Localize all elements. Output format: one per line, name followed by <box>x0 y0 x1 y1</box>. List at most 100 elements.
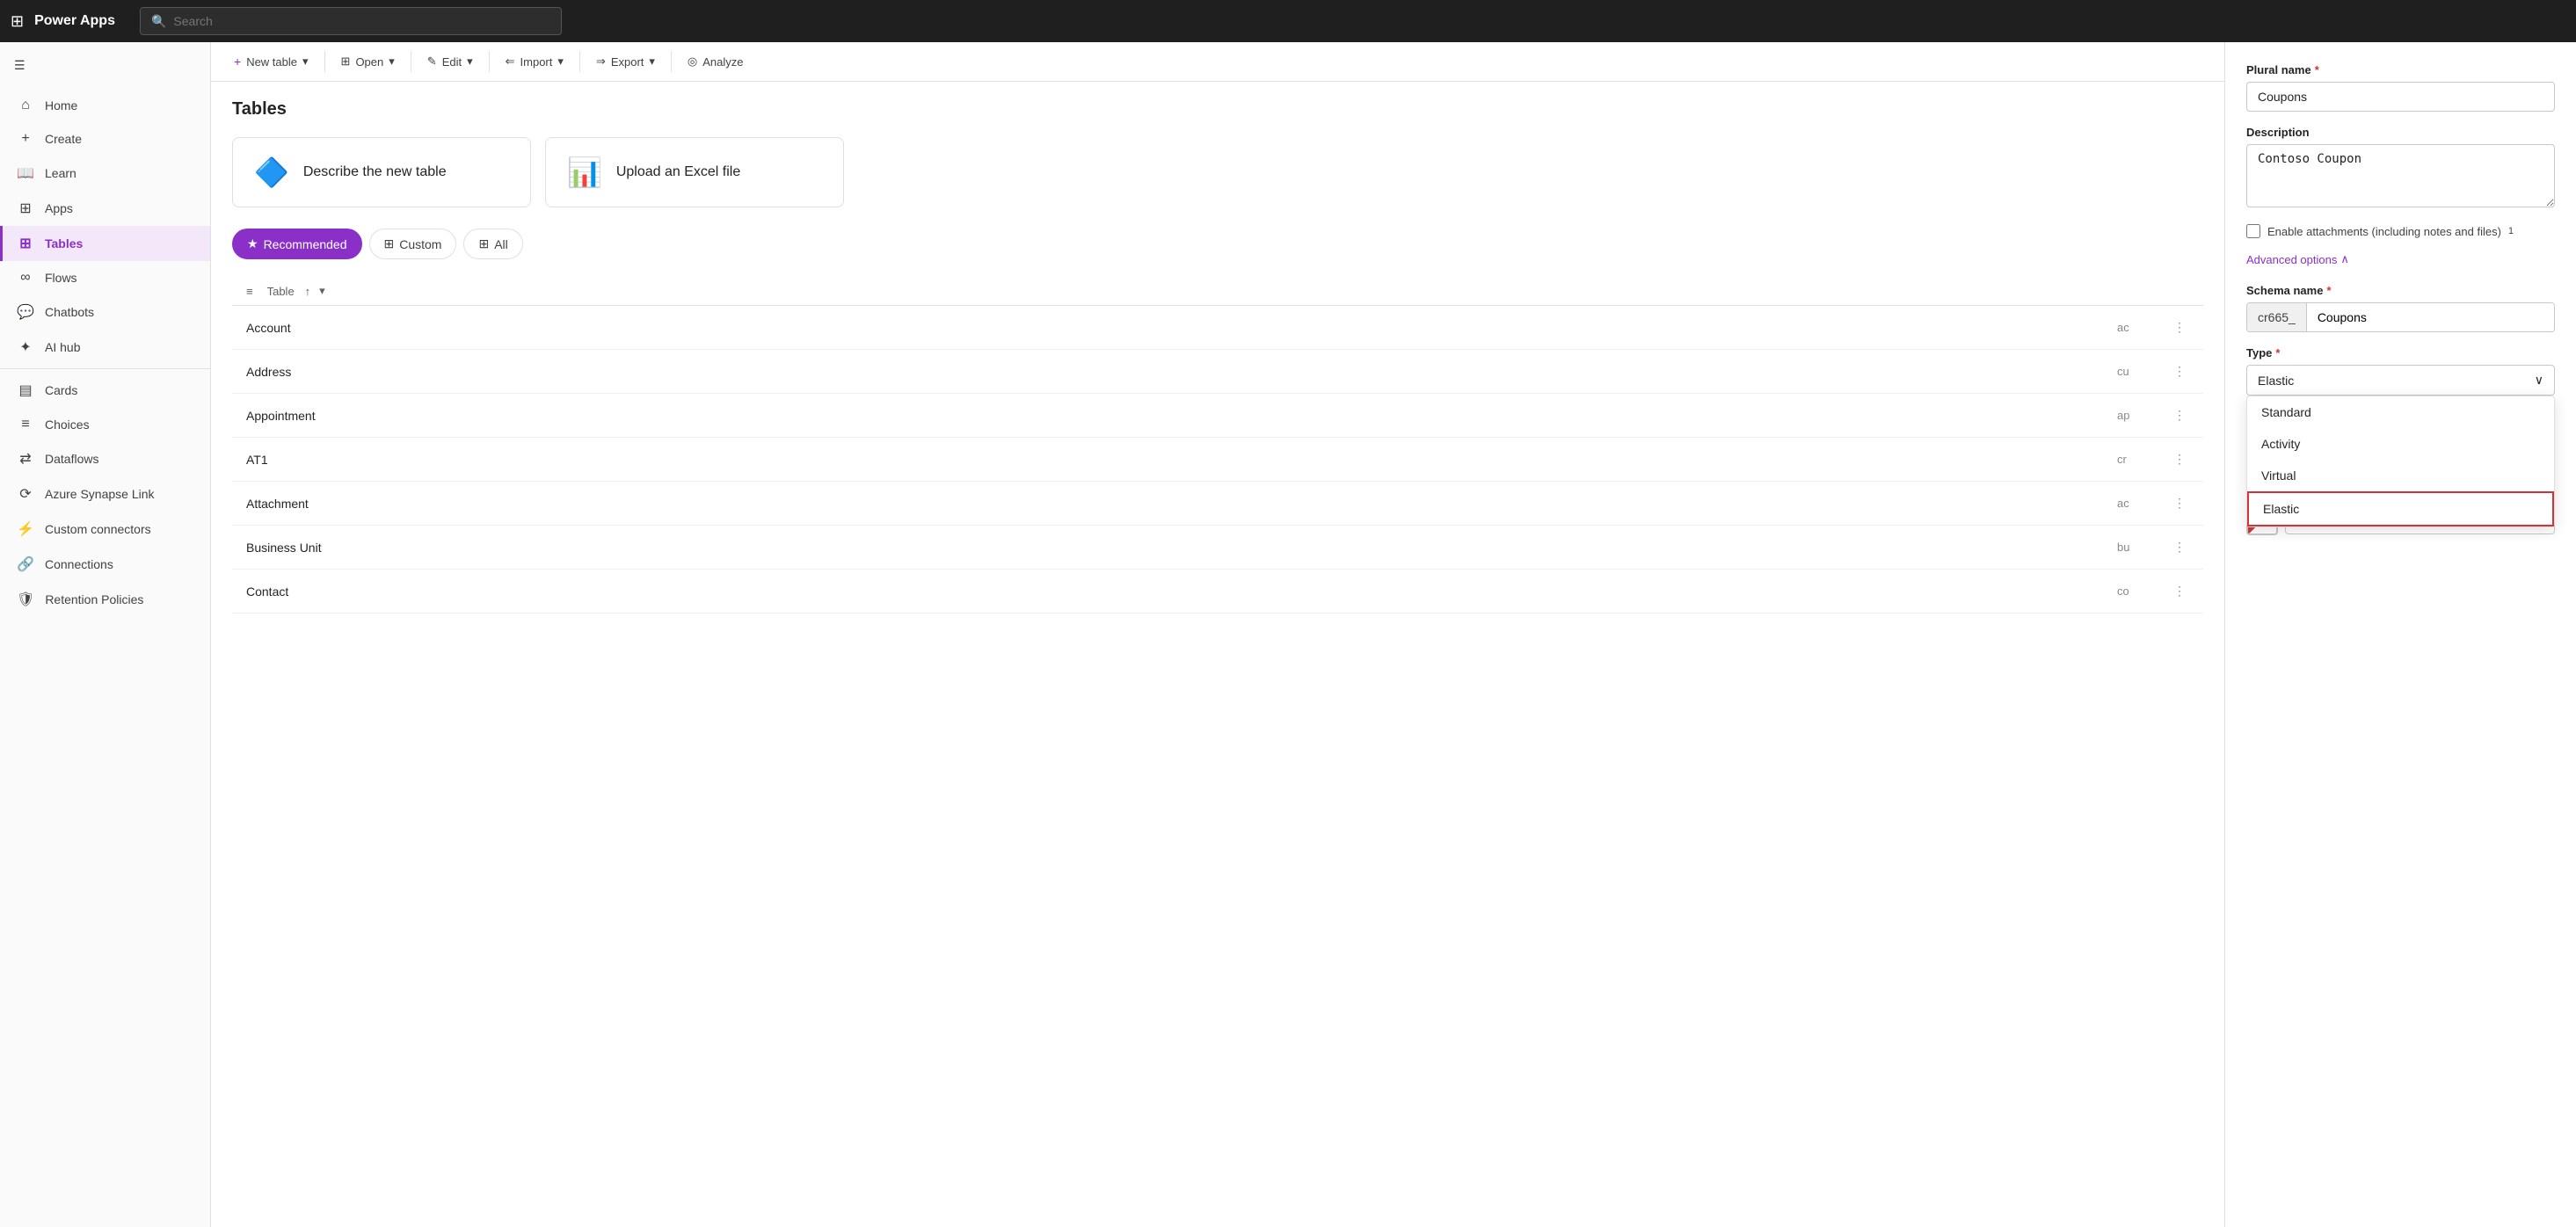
table-row[interactable]: Appointment ap ⋮ <box>232 394 2203 438</box>
type-option-virtual[interactable]: Virtual <box>2247 460 2554 491</box>
upload-excel-card[interactable]: 📊 Upload an Excel file <box>545 137 844 207</box>
sidebar-item-home[interactable]: ⌂ Home <box>0 89 210 122</box>
sidebar-item-chatbots[interactable]: 💬 Chatbots <box>0 294 210 330</box>
row-name-address: Address <box>246 365 2117 379</box>
apps-icon: ⊞ <box>17 200 34 217</box>
row-more-contact[interactable]: ⋮ <box>2170 580 2189 602</box>
chevron-up-icon: ∧ <box>2340 252 2349 266</box>
sidebar-label-dataflows: Dataflows <box>45 452 98 466</box>
type-dropdown[interactable]: Elastic ∨ <box>2246 365 2555 396</box>
retention-icon: 🛡 <box>17 591 34 608</box>
describe-table-card[interactable]: 🔷 Describe the new table <box>232 137 531 207</box>
recommended-icon: ★ <box>247 236 258 251</box>
type-option-elastic[interactable]: Elastic <box>2247 491 2554 526</box>
schema-required: * <box>2326 284 2331 297</box>
export-button[interactable]: ⇒ Export ▾ <box>587 49 664 74</box>
type-label: Type * <box>2246 346 2555 359</box>
learn-icon: 📖 <box>17 164 34 182</box>
tab-custom[interactable]: ⊞ Custom <box>369 229 457 259</box>
feature-cards-row: 🔷 Describe the new table 📊 Upload an Exc… <box>232 137 2203 207</box>
sidebar-item-create[interactable]: + Create <box>0 122 210 156</box>
row-more-at1[interactable]: ⋮ <box>2170 448 2189 470</box>
sidebar-item-custom-connectors[interactable]: ⚡ Custom connectors <box>0 512 210 547</box>
new-table-chevron[interactable]: ▾ <box>302 54 309 69</box>
sidebar-label-choices: Choices <box>45 417 90 432</box>
sidebar-item-choices[interactable]: ≡ Choices <box>0 408 210 441</box>
plural-name-input[interactable] <box>2246 82 2555 112</box>
sidebar-item-flows[interactable]: ∞ Flows <box>0 261 210 294</box>
edit-icon: ✎ <box>427 54 437 69</box>
open-chevron[interactable]: ▾ <box>389 54 395 69</box>
sort-toggle[interactable]: ▾ <box>319 284 325 298</box>
tab-all[interactable]: ⊞ All <box>463 229 522 259</box>
search-input[interactable] <box>173 14 550 28</box>
edit-chevron[interactable]: ▾ <box>467 54 473 69</box>
sidebar-item-connections[interactable]: 🔗 Connections <box>0 547 210 582</box>
row-extra-business-unit: bu <box>2117 541 2170 554</box>
table-row[interactable]: Address cu ⋮ <box>232 350 2203 394</box>
sidebar-item-cards[interactable]: ▤ Cards <box>0 373 210 408</box>
type-option-standard[interactable]: Standard <box>2247 396 2554 428</box>
right-panel: Plural name * Description Contoso Coupon… <box>2224 42 2576 1227</box>
dropdown-chevron-icon: ∨ <box>2535 373 2543 388</box>
import-chevron[interactable]: ▾ <box>557 54 564 69</box>
sidebar-item-dataflows[interactable]: ⇄ Dataflows <box>0 441 210 476</box>
divider-4 <box>579 51 580 72</box>
table-row[interactable]: AT1 cr ⋮ <box>232 438 2203 482</box>
sidebar-item-retention[interactable]: 🛡 Retention Policies <box>0 582 210 617</box>
analyze-label: Analyze <box>702 55 743 69</box>
analyze-button[interactable]: ◎ Analyze <box>679 49 753 74</box>
row-more-address[interactable]: ⋮ <box>2170 360 2189 382</box>
new-table-button[interactable]: + New table ▾ <box>225 49 317 74</box>
attachments-checkbox[interactable] <box>2246 224 2260 238</box>
sidebar-item-tables[interactable]: ⊞ Tables <box>0 226 210 261</box>
tab-recommended[interactable]: ★ Recommended <box>232 229 362 259</box>
sidebar-hamburger[interactable]: ☰ <box>0 49 210 82</box>
row-extra-address: cu <box>2117 365 2170 378</box>
page-title: Tables <box>232 99 2203 120</box>
schema-name-input[interactable] <box>2307 303 2554 331</box>
app-logo: Power Apps <box>34 13 115 29</box>
description-textarea[interactable]: Contoso Coupon <box>2246 144 2555 207</box>
import-button[interactable]: ⇐ Import ▾ <box>497 49 572 74</box>
search-box[interactable]: 🔍 <box>140 7 562 35</box>
new-table-icon: + <box>234 54 241 69</box>
type-option-activity[interactable]: Activity <box>2247 428 2554 460</box>
row-extra-appointment: ap <box>2117 409 2170 422</box>
advanced-options-label: Advanced options <box>2246 253 2337 266</box>
sidebar-item-apps[interactable]: ⊞ Apps <box>0 191 210 226</box>
open-button[interactable]: ⊞ Open ▾ <box>332 49 404 74</box>
table-row[interactable]: Business Unit bu ⋮ <box>232 526 2203 570</box>
analyze-icon: ◎ <box>688 54 697 69</box>
row-more-attachment[interactable]: ⋮ <box>2170 492 2189 514</box>
tables-icon: ⊞ <box>17 235 34 252</box>
sidebar-item-learn[interactable]: 📖 Learn <box>0 156 210 191</box>
row-name-at1: AT1 <box>246 453 2117 467</box>
export-label: Export <box>611 55 644 69</box>
main-content-area: + New table ▾ ⊞ Open ▾ ✎ Edit ▾ ⇐ Import… <box>211 42 2224 1227</box>
advanced-options-toggle[interactable]: Advanced options ∧ <box>2246 252 2555 266</box>
export-chevron[interactable]: ▾ <box>649 54 655 69</box>
table-row[interactable]: Attachment ac ⋮ <box>232 482 2203 526</box>
row-more-appointment[interactable]: ⋮ <box>2170 404 2189 426</box>
edit-button[interactable]: ✎ Edit ▾ <box>418 49 482 74</box>
table-row[interactable]: Contact co ⋮ <box>232 570 2203 614</box>
sort-icon[interactable]: ↑ <box>305 285 311 298</box>
waffle-icon[interactable]: ⊞ <box>11 12 24 31</box>
toolbar: + New table ▾ ⊞ Open ▾ ✎ Edit ▾ ⇐ Import… <box>211 42 2224 82</box>
type-required: * <box>2275 346 2280 359</box>
sidebar-label-connectors: Custom connectors <box>45 522 151 536</box>
table-row[interactable]: Account ac ⋮ <box>232 306 2203 350</box>
search-icon: 🔍 <box>151 14 166 29</box>
upload-excel-label: Upload an Excel file <box>616 164 740 180</box>
row-extra-attachment: ac <box>2117 497 2170 510</box>
sidebar-item-azure-synapse[interactable]: ⟳ Azure Synapse Link <box>0 476 210 512</box>
attachments-superscript: 1 <box>2508 226 2514 236</box>
row-more-business-unit[interactable]: ⋮ <box>2170 536 2189 558</box>
main-area: + New table ▾ ⊞ Open ▾ ✎ Edit ▾ ⇐ Import… <box>211 42 2576 1227</box>
sidebar-label-aihub: AI hub <box>45 340 80 354</box>
attachments-row: Enable attachments (including notes and … <box>2246 224 2555 238</box>
describe-table-icon: 🔷 <box>254 156 289 189</box>
row-more-account[interactable]: ⋮ <box>2170 316 2189 338</box>
sidebar-item-aihub[interactable]: ✦ AI hub <box>0 330 210 365</box>
